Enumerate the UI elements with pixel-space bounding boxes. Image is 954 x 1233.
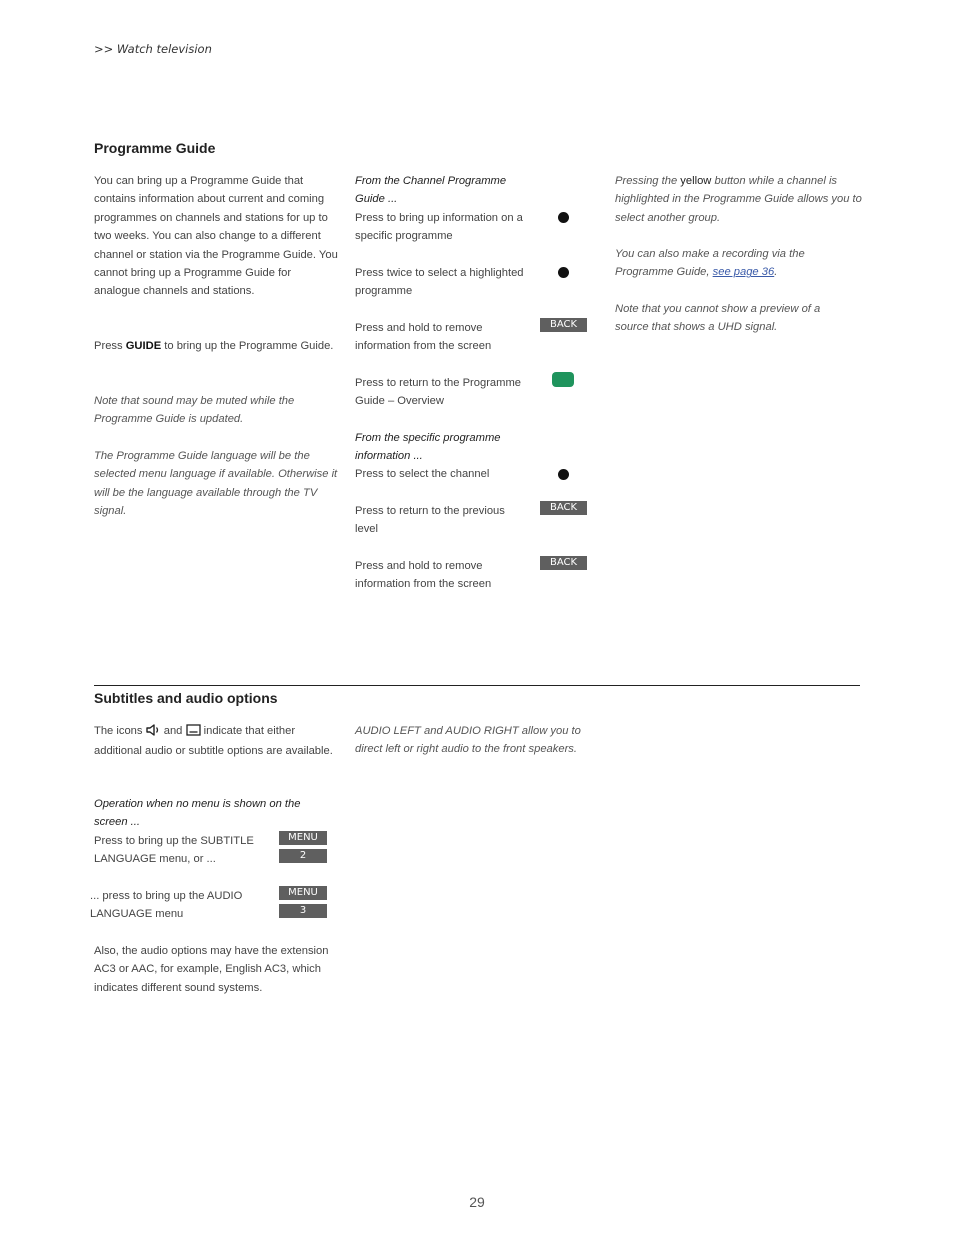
- note-recording: You can also make a recording via the Pr…: [615, 245, 845, 282]
- center-button-icon: [558, 212, 569, 223]
- audio-language-instruction: ... press to bring up the AUDIO LANGUAGE…: [90, 890, 243, 921]
- press-guide-instruction: Press GUIDE to bring up the Programme Gu…: [94, 337, 339, 355]
- section-title-subtitles: Subtitles and audio options: [94, 690, 278, 706]
- instruction-row: Press twice to select a highlighted prog…: [355, 267, 524, 298]
- subtitle-language-instruction: Press to bring up the SUBTITLE LANGUAGE …: [94, 835, 254, 866]
- instruction-row: Press to bring up information on a speci…: [355, 212, 523, 243]
- programme-info-heading: From the specific programme information …: [355, 432, 501, 463]
- breadcrumb: >> Watch television: [94, 42, 212, 56]
- back-key-icon: BACK: [540, 318, 587, 332]
- center-button-icon: [558, 469, 569, 480]
- page-number: 29: [469, 1194, 485, 1210]
- note-yellow-button: Pressing the yellow button while a chann…: [615, 172, 863, 227]
- see-page-36-link[interactable]: see page 36: [713, 266, 775, 278]
- operation-heading: Operation when no menu is shown on the s…: [94, 798, 301, 829]
- yellow-label: yellow: [680, 175, 712, 187]
- intro-prefix: The icons: [94, 725, 146, 737]
- section-divider: [94, 685, 860, 686]
- subtitles-intro: The icons and indicate that either addit…: [94, 722, 339, 761]
- menu-key-icon: MENU: [279, 831, 327, 845]
- press-prefix: Press: [94, 340, 126, 352]
- note-yellow-prefix: Pressing the: [615, 175, 681, 187]
- instruction-row: Press and hold to remove information fro…: [355, 560, 492, 591]
- guide-key-label: GUIDE: [125, 340, 162, 352]
- green-button-icon: [552, 372, 574, 387]
- speaker-audio-icon: [145, 724, 161, 742]
- instruction-row: Press to return to the previous level: [355, 505, 505, 536]
- instruction-row: Press to return to the Programme Guide –…: [355, 377, 522, 408]
- subtitle-icon: [185, 724, 201, 742]
- audio-left-right-note: AUDIO LEFT and AUDIO RIGHT allow you to …: [355, 725, 581, 756]
- audio-extension-note: Also, the audio options may have the ext…: [94, 945, 329, 994]
- section-title-programme-guide: Programme Guide: [94, 140, 216, 156]
- note-uhd-preview: Note that you cannot show a preview of a…: [615, 303, 821, 334]
- channel-guide-heading: From the Channel Programme Guide ...: [355, 175, 507, 206]
- intro-mid: and: [160, 725, 186, 737]
- note-sound-muted: Note that sound may be muted while the P…: [94, 395, 295, 426]
- note-guide-language: The Programme Guide language will be the…: [94, 450, 338, 518]
- menu-key-icon: MENU: [279, 886, 327, 900]
- center-button-icon: [558, 267, 569, 278]
- back-key-icon: BACK: [540, 556, 587, 570]
- digit-3-key-icon: 3: [279, 904, 327, 918]
- digit-2-key-icon: 2: [279, 849, 327, 863]
- note-recording-suffix: .: [774, 266, 778, 279]
- instruction-row: Press and hold to remove information fro…: [355, 322, 492, 353]
- press-suffix: to bring up the Programme Guide.: [161, 340, 334, 352]
- instruction-row: Press to select the channel: [355, 468, 490, 480]
- programme-guide-intro: You can bring up a Programme Guide that …: [94, 175, 338, 298]
- back-key-icon: BACK: [540, 501, 587, 515]
